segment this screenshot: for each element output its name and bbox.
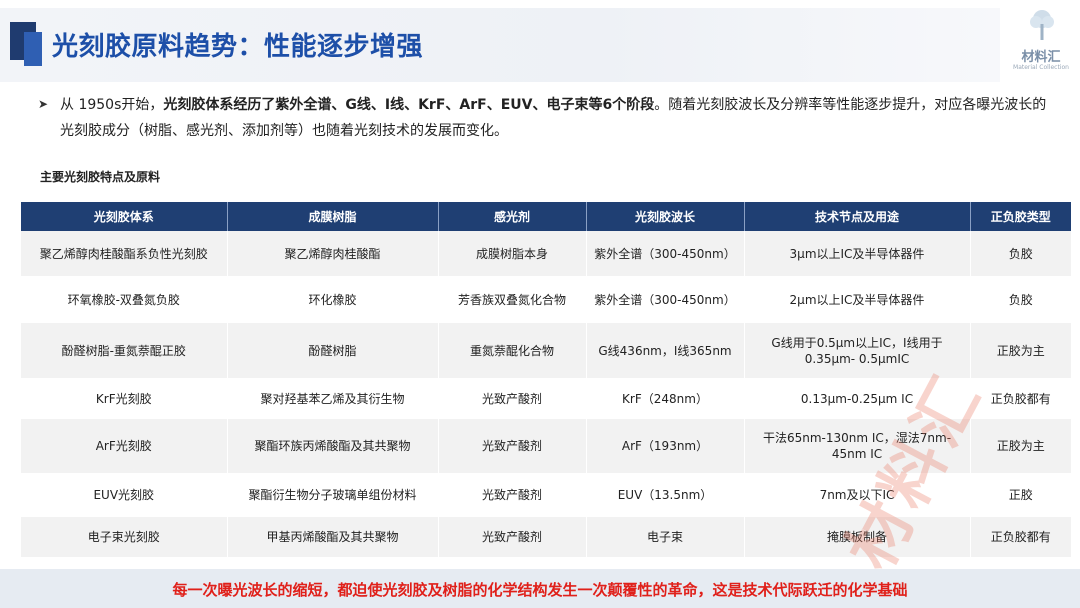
- table-cell: ArF（193nm）: [586, 419, 745, 473]
- logo-subtitle: Material Collection: [1013, 64, 1069, 71]
- table-row: 酚醛树脂-重氮萘醌正胶 酚醛树脂 重氮萘醌化合物 G线436nm，I线365nm…: [21, 323, 1071, 378]
- intro-prefix: 从 1950s开始，: [60, 97, 164, 113]
- table-cell: 酚醛树脂-重氮萘醌正胶: [21, 323, 228, 378]
- table-cell: G线436nm，I线365nm: [586, 323, 745, 378]
- table-cell: 聚乙烯醇肉桂酸酯系负性光刻胶: [21, 231, 228, 276]
- table-cell: 正胶为主: [970, 323, 1071, 378]
- table-header-row: 光刻胶体系 成膜树脂 感光剂 光刻胶波长 技术节点及用途 正负胶类型: [21, 202, 1071, 231]
- table-cell: EUV光刻胶: [21, 473, 228, 517]
- table-cell: 聚对羟基苯乙烯及其衍生物: [227, 378, 439, 419]
- table-cell: 芳香族双叠氮化合物: [438, 276, 587, 323]
- table-cell: 正负胶都有: [970, 517, 1071, 557]
- table-cell: KrF光刻胶: [21, 378, 228, 419]
- table-cell: EUV（13.5nm）: [586, 473, 745, 517]
- table-cell: G线用于0.5μm以上IC，I线用于0.35μm- 0.5μmIC: [744, 323, 971, 378]
- table-cell: 聚酯环族丙烯酸酯及其共聚物: [227, 419, 439, 473]
- table-cell: 紫外全谱（300-450nm）: [586, 231, 745, 276]
- table-cell: 负胶: [970, 231, 1071, 276]
- table-cell: 电子束光刻胶: [21, 517, 228, 557]
- table-row: 聚乙烯醇肉桂酸酯系负性光刻胶 聚乙烯醇肉桂酸酯 成膜树脂本身 紫外全谱（300-…: [21, 231, 1071, 276]
- table-cell: 正胶: [970, 473, 1071, 517]
- intro-paragraph: 从 1950s开始，光刻胶体系经历了紫外全谱、G线、I线、KrF、ArF、EUV…: [60, 92, 1060, 144]
- table-row: 环氧橡胶-双叠氮负胶 环化橡胶 芳香族双叠氮化合物 紫外全谱（300-450nm…: [21, 276, 1071, 323]
- table-cell: 聚酯衍生物分子玻璃单组份材料: [227, 473, 439, 517]
- table-cell: 3μm以上IC及半导体器件: [744, 231, 971, 276]
- table-cell: 干法65nm-130nm IC，湿法7nm-45nm IC: [744, 419, 971, 473]
- footer-conclusion: 每一次曝光波长的缩短，都迫使光刻胶及树脂的化学结构发生一次颠覆性的革命，这是技术…: [172, 581, 908, 599]
- column-header: 正负胶类型: [970, 202, 1071, 231]
- bullet-arrow-icon: ➤: [38, 97, 49, 111]
- table-cell: 光致产酸剂: [438, 419, 587, 473]
- column-header: 光刻胶波长: [586, 202, 745, 231]
- table-cell: KrF（248nm）: [586, 378, 745, 419]
- photoresist-table: 光刻胶体系 成膜树脂 感光剂 光刻胶波长 技术节点及用途 正负胶类型 聚乙烯醇肉…: [21, 202, 1071, 557]
- header-accent-block-light: [24, 32, 42, 66]
- table-cell: 紫外全谱（300-450nm）: [586, 276, 745, 323]
- table-cell: 正负胶都有: [970, 378, 1071, 419]
- table-cell: 负胶: [970, 276, 1071, 323]
- table-cell: 光致产酸剂: [438, 473, 587, 517]
- table-cell: 7nm及以下IC: [744, 473, 971, 517]
- tree-logo-icon: [1030, 10, 1054, 40]
- table-row: EUV光刻胶 聚酯衍生物分子玻璃单组份材料 光致产酸剂 EUV（13.5nm） …: [21, 473, 1071, 517]
- column-header: 感光剂: [438, 202, 587, 231]
- column-header: 成膜树脂: [227, 202, 439, 231]
- table-cell: ArF光刻胶: [21, 419, 228, 473]
- intro-bold: 光刻胶体系经历了紫外全谱、G线、I线、KrF、ArF、EUV、电子束等6个阶段: [163, 97, 655, 113]
- table-cell: 光致产酸剂: [438, 378, 587, 419]
- page-title: 光刻胶原料趋势：性能逐步增强: [52, 32, 424, 62]
- column-header: 技术节点及用途: [744, 202, 971, 231]
- brand-logo: 材料汇 Material Collection: [1002, 0, 1080, 82]
- table-row: KrF光刻胶 聚对羟基苯乙烯及其衍生物 光致产酸剂 KrF（248nm） 0.1…: [21, 378, 1071, 419]
- table-cell: 电子束: [586, 517, 745, 557]
- logo-name: 材料汇: [1021, 50, 1061, 65]
- table-cell: 甲基丙烯酸酯及其共聚物: [227, 517, 439, 557]
- table-heading: 主要光刻胶特点及原料: [40, 170, 161, 184]
- table-cell: 正胶为主: [970, 419, 1071, 473]
- column-header: 光刻胶体系: [21, 202, 228, 231]
- table-cell: 酚醛树脂: [227, 323, 439, 378]
- table-cell: 成膜树脂本身: [438, 231, 587, 276]
- table-row: 电子束光刻胶 甲基丙烯酸酯及其共聚物 光致产酸剂 电子束 掩膜板制备 正负胶都有: [21, 517, 1071, 557]
- table-row: ArF光刻胶 聚酯环族丙烯酸酯及其共聚物 光致产酸剂 ArF（193nm） 干法…: [21, 419, 1071, 473]
- table-cell: 环化橡胶: [227, 276, 439, 323]
- table-cell: 光致产酸剂: [438, 517, 587, 557]
- table-cell: 0.13μm-0.25μm IC: [744, 378, 971, 419]
- table-cell: 掩膜板制备: [744, 517, 971, 557]
- table-cell: 重氮萘醌化合物: [438, 323, 587, 378]
- table-cell: 环氧橡胶-双叠氮负胶: [21, 276, 228, 323]
- table-cell: 聚乙烯醇肉桂酸酯: [227, 231, 439, 276]
- table-cell: 2μm以上IC及半导体器件: [744, 276, 971, 323]
